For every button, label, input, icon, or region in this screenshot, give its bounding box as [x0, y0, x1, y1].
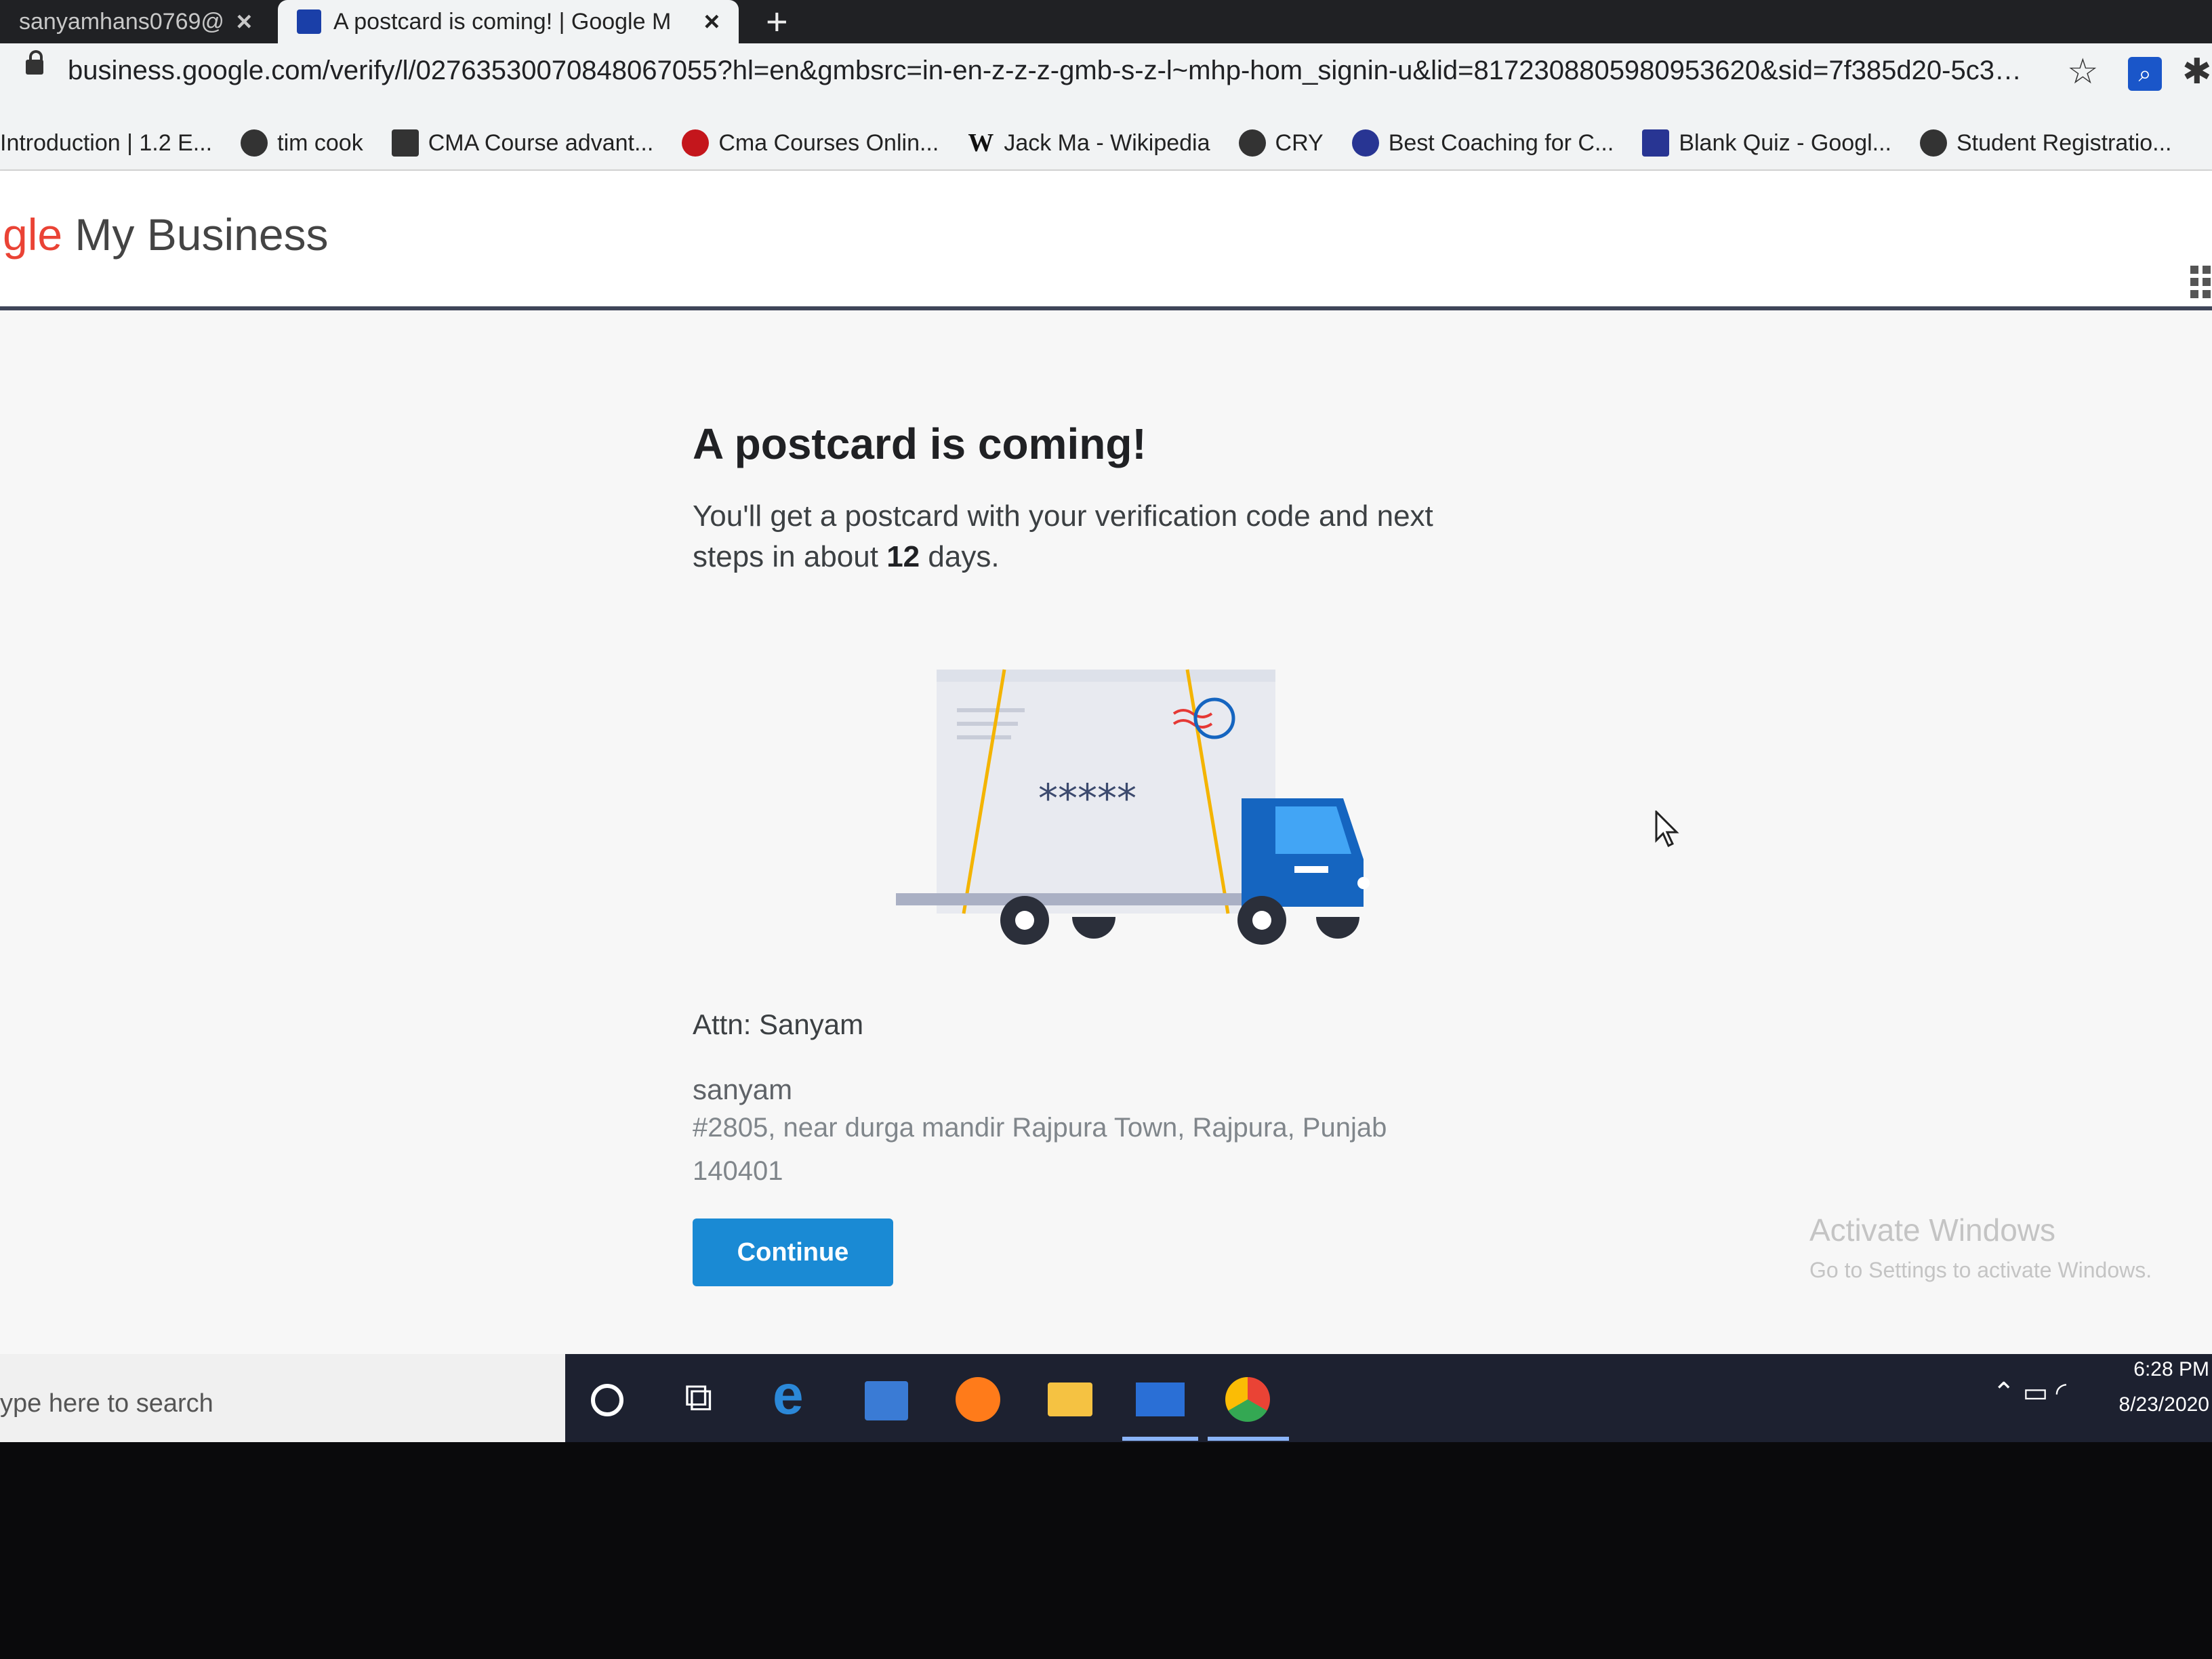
verification-card: A postcard is coming! You'll get a postc… — [693, 419, 1506, 1286]
bookmark-label: CRY — [1275, 129, 1324, 156]
tab-label: sanyamhans0769@ — [19, 8, 224, 35]
bookmark-best-coaching[interactable]: Best Coaching for C... — [1351, 129, 1614, 157]
bookmark-tim-cook[interactable]: tim cook — [241, 129, 363, 157]
chrome-active-indicator — [1208, 1437, 1289, 1441]
subtitle-text: You'll get a postcard with your verifica… — [693, 499, 1433, 573]
chevron-up-icon[interactable]: ⌃ — [1992, 1378, 2015, 1408]
close-tab-icon[interactable]: × — [237, 7, 252, 37]
subtitle-text-end: days. — [920, 540, 1000, 573]
postcard-truck-illustration: ***** — [896, 669, 1370, 945]
bookmark-label: Introduction | 1.2 E... — [0, 129, 213, 156]
extension-search-icon[interactable]: ⌕ — [2128, 57, 2162, 91]
code-asterisks: ***** — [1038, 775, 1136, 821]
bookmark-label: Student Registratio... — [1957, 129, 2172, 156]
site-icon — [1238, 129, 1266, 157]
bookmark-label: Jack Ma - Wikipedia — [1004, 129, 1210, 156]
mountain-icon — [391, 129, 419, 157]
mail-icon[interactable] — [1136, 1382, 1185, 1416]
wikipedia-icon: W — [968, 129, 994, 157]
address-line-2: 140401 — [693, 1156, 783, 1186]
bookmark-label: Best Coaching for C... — [1388, 129, 1614, 156]
page-title: A postcard is coming! — [693, 419, 1147, 468]
wifi-icon[interactable]: ◜ — [2056, 1378, 2067, 1408]
bookmark-student-registration[interactable]: Student Registratio... — [1920, 129, 2172, 157]
address-bar-row: business.google.com/verify/l/02763530070… — [0, 43, 2212, 117]
chrome-icon[interactable] — [1225, 1377, 1270, 1422]
url-field[interactable]: business.google.com/verify/l/02763530070… — [68, 56, 2033, 86]
bookmark-blank-quiz[interactable]: Blank Quiz - Googl... — [1642, 129, 1891, 157]
arrow-icon — [682, 129, 710, 157]
app-header: gle My Business — [0, 171, 2212, 310]
clock-date: 8/23/2020 — [2118, 1393, 2209, 1416]
battery-icon[interactable]: ▭ — [2023, 1378, 2049, 1408]
activate-windows-watermark: Activate Windows Go to Settings to activ… — [1809, 1212, 2152, 1283]
task-view-icon[interactable]: ⧉ — [684, 1374, 733, 1423]
tab-gmail[interactable]: sanyamhans0769@ × — [0, 0, 271, 43]
mouse-pointer-icon — [1655, 811, 1679, 848]
bookmark-cma-courses-online[interactable]: Cma Courses Onlin... — [682, 129, 939, 157]
bookmark-cma-course[interactable]: CMA Course advant... — [391, 129, 654, 157]
page-subtitle: You'll get a postcard with your verifica… — [693, 496, 1492, 577]
watermark-subtitle: Go to Settings to activate Windows. — [1809, 1258, 2152, 1282]
firefox-icon[interactable] — [956, 1377, 1000, 1422]
globe-icon — [1920, 129, 1947, 157]
bookmark-introduction[interactable]: Introduction | 1.2 E... — [0, 130, 212, 157]
windows-taskbar: ype here to search ⧉ e ⌃ ▭ ◜ 6:28 PM 8/2… — [0, 1354, 2212, 1442]
bookmark-cry[interactable]: CRY — [1238, 129, 1324, 157]
globe-icon — [1351, 129, 1379, 157]
watermark-title: Activate Windows — [1809, 1212, 2056, 1248]
apps-grid-icon[interactable] — [2190, 266, 2211, 298]
edge-icon[interactable]: e — [773, 1364, 821, 1426]
days-count: 12 — [886, 540, 920, 573]
mail-active-indicator — [1122, 1437, 1198, 1441]
search-placeholder: ype here to search — [0, 1389, 213, 1418]
forms-icon — [1642, 129, 1670, 157]
monitor-bezel — [0, 1442, 2212, 1659]
brand-logo[interactable]: gle My Business — [3, 209, 329, 260]
continue-button[interactable]: Continue — [693, 1218, 893, 1286]
bookmark-label: tim cook — [277, 129, 363, 156]
cortana-icon[interactable] — [591, 1384, 623, 1416]
system-tray: ⌃ ▭ ◜ — [1992, 1377, 2066, 1408]
lock-icon[interactable] — [26, 50, 43, 75]
bookmarks-bar: Introduction | 1.2 E... tim cook CMA Cou… — [0, 117, 2212, 171]
file-explorer-icon[interactable] — [1048, 1382, 1092, 1416]
clock[interactable]: 6:28 PM 8/23/2020 — [2114, 1355, 2209, 1416]
attention-line: Attn: Sanyam — [693, 1008, 864, 1040]
main-page: A postcard is coming! You'll get a postc… — [0, 310, 2212, 1354]
bookmark-label: CMA Course advant... — [428, 129, 654, 156]
clock-time: 6:28 PM — [2133, 1358, 2209, 1380]
site-icon — [241, 129, 268, 157]
address-line-1: #2805, near durga mandir Rajpura Town, R… — [693, 1113, 1387, 1143]
brand-name: My Business — [62, 209, 329, 260]
tab-postcard[interactable]: A postcard is coming! | Google M × — [278, 0, 739, 43]
bookmark-jack-ma[interactable]: W Jack Ma - Wikipedia — [967, 129, 1210, 157]
store-icon[interactable] — [865, 1381, 908, 1420]
star-icon[interactable]: ☆ — [2067, 52, 2099, 92]
google-my-business-favicon-icon — [297, 9, 321, 34]
tab-label: A postcard is coming! | Google M — [333, 8, 672, 35]
taskbar-search[interactable]: ype here to search — [0, 1354, 565, 1442]
plus-icon[interactable]: + — [766, 0, 788, 43]
bookmark-label: Cma Courses Onlin... — [718, 129, 939, 156]
bookmark-label: Blank Quiz - Googl... — [1679, 129, 1891, 156]
recipient-name: sanyam — [693, 1073, 793, 1105]
brand-prefix: gle — [3, 209, 63, 260]
close-tab-icon[interactable]: × — [704, 7, 720, 37]
extension-icon[interactable]: ✱ — [2182, 52, 2212, 92]
